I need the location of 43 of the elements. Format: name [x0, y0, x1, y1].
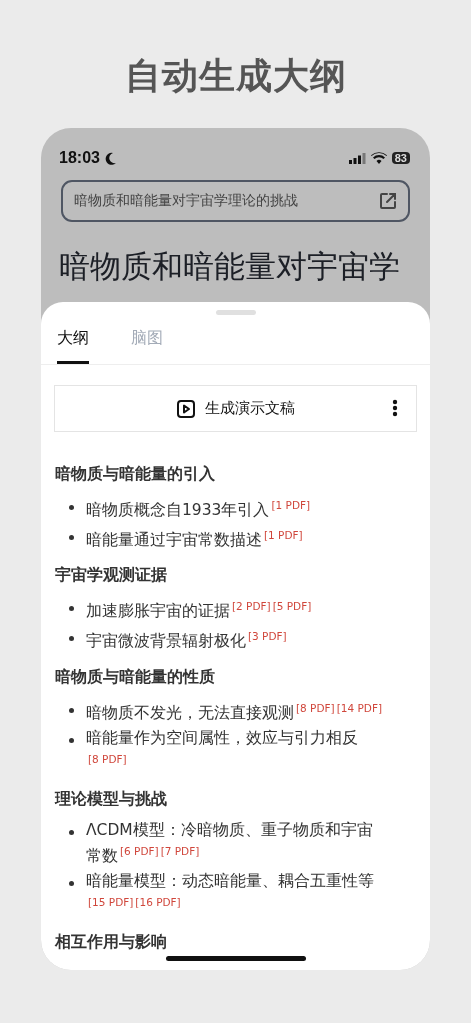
query-field[interactable]: 暗物质和暗能量对宇宙学理论的挑战 [61, 180, 410, 222]
bullet-dot [69, 636, 74, 642]
more-icon[interactable] [392, 399, 398, 417]
section-heading: 理论模型与挑战 [55, 788, 168, 810]
signal-icon [348, 152, 366, 164]
section-heading: 暗物质与暗能量的引入 [55, 464, 216, 485]
section-heading: 相互作用与影响 [55, 932, 168, 954]
battery-level: 83 [391, 152, 410, 164]
section-heading: 暗物质与暗能量的性质 [55, 666, 216, 688]
play-icon [176, 399, 195, 418]
citation-link[interactable]: [14 PDF] [336, 701, 383, 714]
citation-link[interactable]: [6 PDF] [120, 844, 159, 857]
bullet-dot [69, 535, 74, 541]
bullet-dot [69, 737, 74, 743]
citation-link[interactable]: [5 PDF] [272, 600, 312, 613]
drag-handle[interactable] [215, 310, 256, 315]
status-time: 18:03 [59, 149, 100, 167]
citation-link[interactable]: [8 PDF] [296, 701, 335, 714]
generate-button[interactable]: 生成演示文稿 [170, 398, 301, 419]
citation-link[interactable]: [7 PDF] [160, 844, 200, 857]
citation-link[interactable]: [2 PDF] [232, 600, 271, 613]
citation-link[interactable]: [8 PDF] [88, 752, 127, 765]
query-text: 暗物质和暗能量对宇宙学理论的挑战 [74, 192, 298, 210]
share-icon[interactable] [378, 191, 398, 211]
bullet-dot [69, 707, 74, 713]
tab[interactable]: 大纲 [57, 328, 89, 364]
citation-link[interactable]: [3 PDF] [248, 630, 287, 643]
bullet-dot [69, 505, 74, 510]
citation-link[interactable]: [1 PDF] [264, 529, 303, 542]
citation-link[interactable]: [1 PDF] [271, 499, 311, 511]
moon-icon [104, 151, 117, 165]
bullet-dot [69, 606, 74, 612]
outline-item: 暗能量通过宇宙常数描述$^{[1 PDF]}$ [86, 528, 304, 552]
citation-link[interactable]: [15 PDF] [88, 896, 134, 909]
wifi-icon [370, 152, 387, 164]
outline-item: 宇宙微波背景辐射极化$^{[3 PDF]}$ [86, 629, 288, 653]
page-title: 暗物质和暗能量对宇宙学 [59, 247, 401, 286]
outline-item: 暗物质概念自1933年引入$^{[1 PDF]}$ [86, 498, 312, 522]
bullet-dot [69, 881, 74, 887]
bullet-dot [69, 829, 74, 835]
headline: 自动生成大纲 [124, 54, 347, 98]
section-heading: 宇宙学观测证据 [55, 565, 168, 587]
citation-link[interactable]: [16 PDF] [135, 896, 181, 909]
